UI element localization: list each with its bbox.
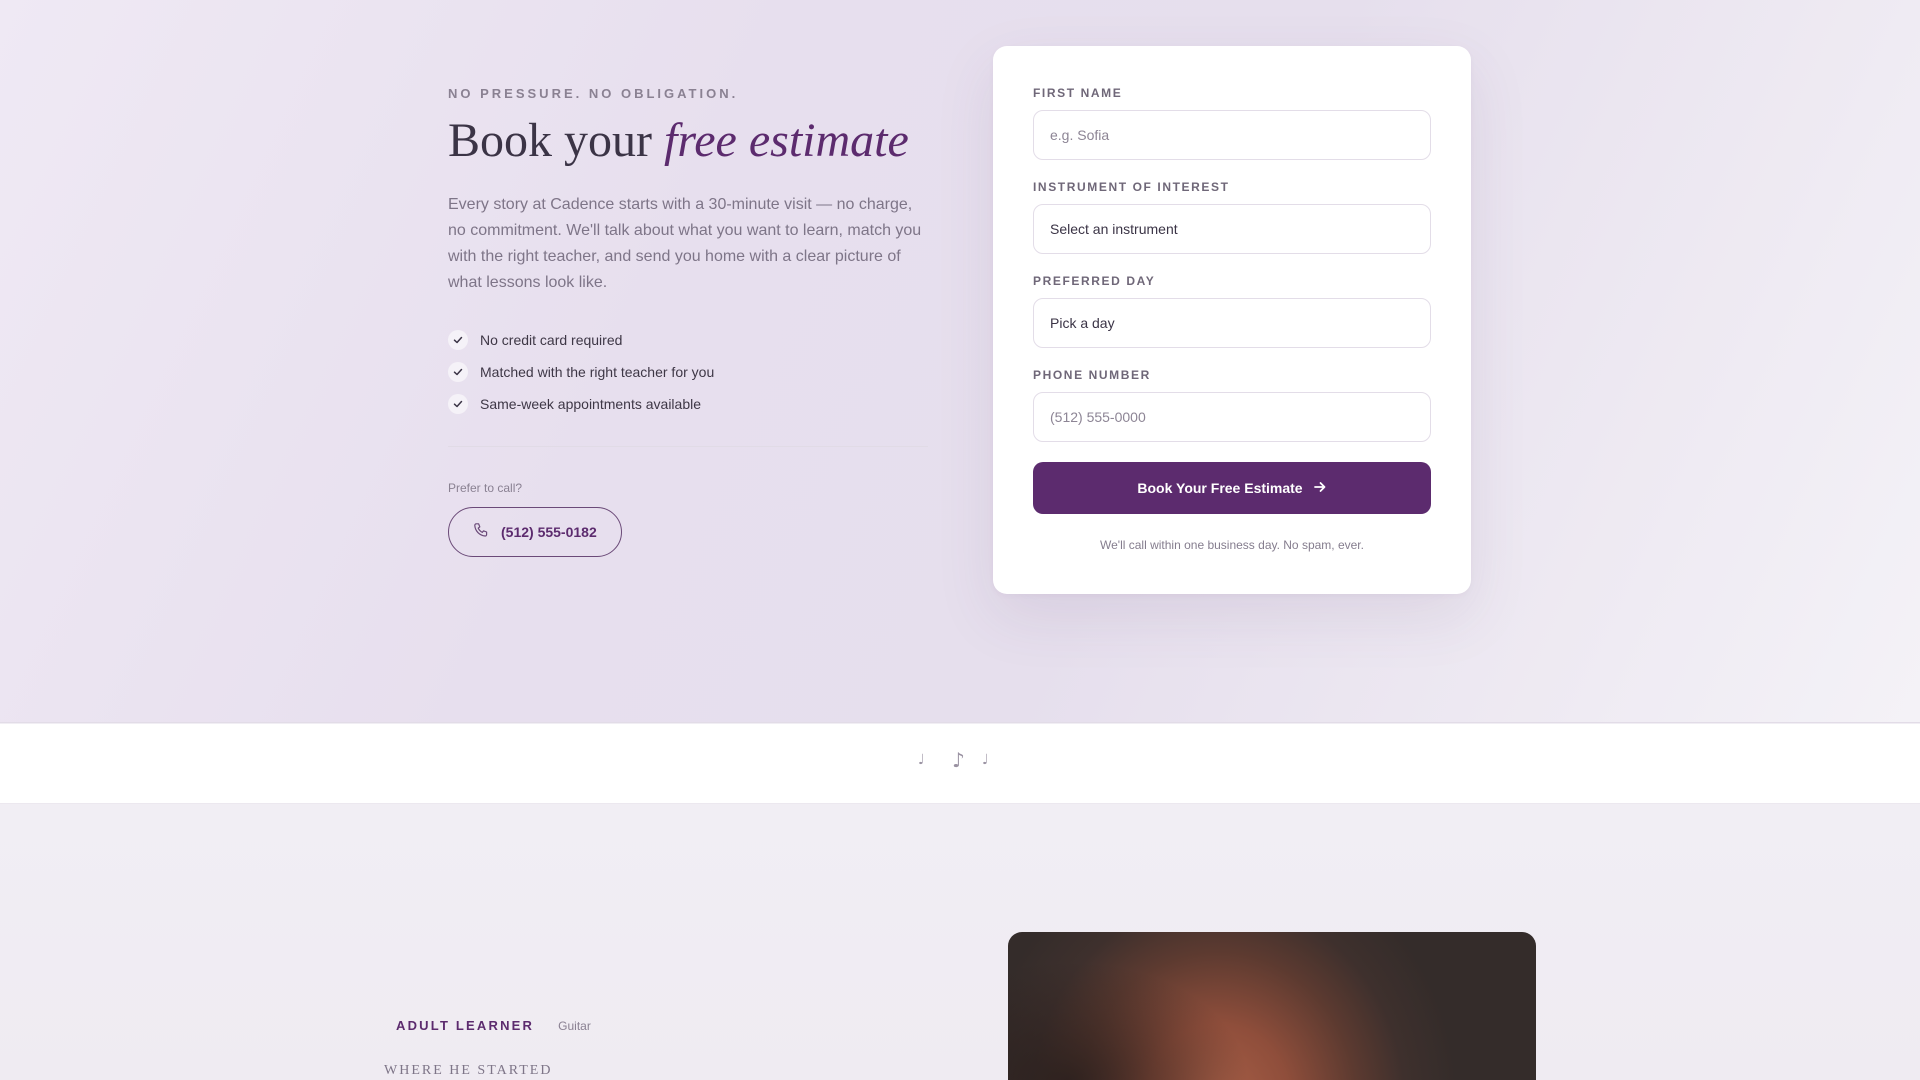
instrument-group: INSTRUMENT OF INTEREST Select an instrum… <box>1033 180 1431 254</box>
quarter-note-icon: ♩ <box>918 752 925 768</box>
book-estimate-label: Book Your Free Estimate <box>1137 480 1303 496</box>
benefit-label: Matched with the right teacher for you <box>480 363 715 380</box>
page-title-accent: free estimate <box>664 114 909 167</box>
intro-description: Every story at Cadence starts with a 30-… <box>448 195 922 291</box>
benefit-item: No credit card required <box>448 324 938 356</box>
form-fineprint: We'll call within one business day. No s… <box>1100 538 1364 552</box>
first-name-group: FIRST NAME <box>1033 86 1431 160</box>
check-icon <box>448 361 468 382</box>
eyebrow-text: NO PRESSURE. NO OBLIGATION. <box>448 86 739 101</box>
benefit-label: Same-week appointments available <box>480 395 702 412</box>
learner-type-tag: ADULT LEARNER <box>396 1018 535 1033</box>
benefits-list: No credit card required Matched with the… <box>448 324 938 420</box>
instrument-select[interactable]: Select an instrument <box>1033 204 1431 254</box>
benefit-label: No credit card required <box>480 331 623 348</box>
intro-column: NO PRESSURE. NO OBLIGATION. Book your fr… <box>448 86 938 557</box>
first-name-input[interactable] <box>1033 110 1431 160</box>
section-divider <box>448 445 928 447</box>
benefit-item: Matched with the right teacher for you <box>448 356 938 388</box>
estimate-form: FIRST NAME INSTRUMENT OF INTEREST Select… <box>993 46 1471 594</box>
music-note-divider: ♩ ♪ ♩ <box>0 724 1920 804</box>
instrument-select-value: Select an instrument <box>1050 221 1178 237</box>
instrument-tag: Guitar <box>558 1019 591 1033</box>
phone-group: PHONE NUMBER <box>1033 368 1431 442</box>
page-title: Book your free estimate <box>448 114 938 168</box>
phone-label: PHONE NUMBER <box>1033 368 1151 382</box>
eighth-note-icon: ♪ <box>952 748 965 772</box>
first-name-label: FIRST NAME <box>1033 86 1123 100</box>
story-tags: ADULT LEARNER Guitar <box>396 1018 591 1033</box>
day-label: PREFERRED DAY <box>1033 274 1156 288</box>
benefit-item: Same-week appointments available <box>448 388 938 420</box>
student-photo <box>1008 932 1536 1080</box>
student-story-section: ADULT LEARNER Guitar WHERE HE STARTED <box>0 805 1920 1080</box>
estimate-section: NO PRESSURE. NO OBLIGATION. Book your fr… <box>0 0 1920 723</box>
call-phone-button[interactable]: (512) 555-0182 <box>448 506 622 557</box>
check-icon <box>448 393 468 414</box>
day-select-value: Pick a day <box>1050 315 1115 331</box>
quarter-note-icon: ♩ <box>982 752 989 768</box>
phone-input[interactable] <box>1033 392 1431 442</box>
day-select[interactable]: Pick a day <box>1033 298 1431 348</box>
call-label: Prefer to call? <box>448 480 523 495</box>
arrow-right-icon <box>1313 480 1327 497</box>
day-group: PREFERRED DAY Pick a day <box>1033 274 1431 348</box>
phone-icon <box>473 522 489 541</box>
page-title-main: Book your <box>448 114 652 167</box>
book-estimate-button[interactable]: Book Your Free Estimate <box>1033 462 1431 514</box>
check-icon <box>448 329 468 350</box>
story-subheading: WHERE HE STARTED <box>384 1063 553 1078</box>
phone-number: (512) 555-0182 <box>501 523 597 540</box>
instrument-label: INSTRUMENT OF INTEREST <box>1033 180 1230 194</box>
